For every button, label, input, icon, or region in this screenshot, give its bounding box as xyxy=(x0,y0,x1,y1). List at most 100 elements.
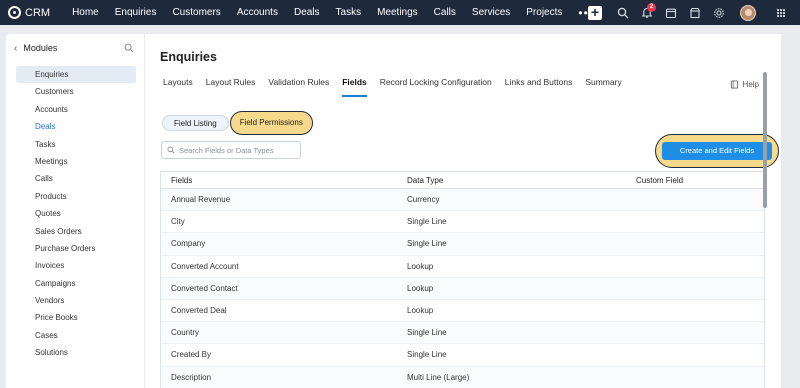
field-name-cell: Converted Contact xyxy=(171,283,238,293)
sidebar-item-vendors[interactable]: Vendors xyxy=(16,292,136,309)
field-name-cell: Company xyxy=(171,239,206,249)
sidebar-item-quotes[interactable]: Quotes xyxy=(16,205,136,222)
sidebar-item-purchase-orders[interactable]: Purchase Orders xyxy=(16,240,136,257)
field-name-cell: Converted Deal xyxy=(171,306,227,316)
nav-services[interactable]: Services xyxy=(464,0,518,25)
settings-gear-icon[interactable] xyxy=(708,0,730,25)
sidebar-item-meetings[interactable]: Meetings xyxy=(16,153,136,170)
tab-validation-rules[interactable]: Validation Rules xyxy=(268,74,329,96)
tab-links-and-buttons[interactable]: Links and Buttons xyxy=(505,74,573,96)
field-name-cell: Converted Account xyxy=(171,261,239,271)
sidebar-item-deals[interactable]: Deals xyxy=(16,118,136,135)
sidebar-item-calls[interactable]: Calls xyxy=(16,170,136,187)
back-chevron-icon[interactable]: ‹ xyxy=(14,43,17,54)
search-icon xyxy=(167,146,175,154)
main-panel: Enquiries Layouts Layout Rules Validatio… xyxy=(145,34,781,388)
table-row[interactable]: Description Multi Line (Large) xyxy=(161,366,764,388)
tab-layout-rules[interactable]: Layout Rules xyxy=(206,74,256,96)
sidebar-item-price-books[interactable]: Price Books xyxy=(16,309,136,326)
nav-accounts[interactable]: Accounts xyxy=(229,0,286,25)
table-row[interactable]: Annual Revenue Currency xyxy=(161,189,764,212)
marketplace-icon[interactable] xyxy=(684,0,706,25)
field-view-toggle: Field Listing Field Permissions xyxy=(162,111,313,135)
nav-calls[interactable]: Calls xyxy=(426,0,464,25)
data-type-cell: Multi Line (Large) xyxy=(407,372,470,382)
data-type-cell: Single Line xyxy=(407,350,447,360)
notification-bell-icon[interactable]: 2 xyxy=(636,0,658,25)
field-search-box xyxy=(161,141,301,159)
data-type-cell: Lookup xyxy=(407,283,434,293)
column-header-fields[interactable]: Fields xyxy=(161,176,407,185)
field-name-cell: Annual Revenue xyxy=(171,195,231,205)
table-row[interactable]: Converted Account Lookup xyxy=(161,256,764,278)
table-row[interactable]: City Single Line xyxy=(161,211,764,234)
field-name-cell: Created By xyxy=(171,350,212,360)
tab-summary[interactable]: Summary xyxy=(585,74,621,96)
sidebar-search-icon[interactable] xyxy=(124,43,134,53)
sidebar-title: Modules xyxy=(23,43,58,53)
sidebar-item-sales-orders[interactable]: Sales Orders xyxy=(16,223,136,240)
topbar-actions: + 2 xyxy=(588,0,800,25)
data-type-cell: Single Line xyxy=(407,239,447,249)
field-search-input[interactable] xyxy=(179,145,297,155)
tab-layouts[interactable]: Layouts xyxy=(163,74,193,96)
data-type-cell: Lookup xyxy=(407,261,434,271)
nav-tasks[interactable]: Tasks xyxy=(328,0,370,25)
nav-customers[interactable]: Customers xyxy=(164,0,228,25)
tab-fields[interactable]: Fields xyxy=(342,74,367,97)
field-name-cell: Description xyxy=(171,372,212,382)
nav-meetings[interactable]: Meetings xyxy=(369,0,426,25)
quick-create-plus-icon[interactable]: + xyxy=(588,5,602,20)
apps-grid-icon[interactable] xyxy=(770,0,792,25)
sidebar-header: ‹ Modules xyxy=(6,34,144,62)
settings-tabs: Layouts Layout Rules Validation Rules Fi… xyxy=(163,74,635,97)
module-list: Enquiries Customers Accounts Deals Tasks… xyxy=(6,66,144,362)
modules-sidebar: ‹ Modules Enquiries Customers Accounts D… xyxy=(6,34,144,388)
field-name-cell: Country xyxy=(171,328,200,338)
create-and-edit-fields-button[interactable]: Create and Edit Fields xyxy=(662,142,772,160)
field-name-cell: City xyxy=(171,217,185,227)
sidebar-item-customers[interactable]: Customers xyxy=(16,83,136,100)
table-row[interactable]: Converted Deal Lookup xyxy=(161,300,764,323)
create-edit-fields-highlight: Create and Edit Fields xyxy=(655,134,779,168)
table-row[interactable]: Converted Contact Lookup xyxy=(161,277,764,300)
data-type-cell: Single Line xyxy=(407,328,447,338)
help-link[interactable]: Help xyxy=(730,80,759,89)
help-book-icon xyxy=(730,80,738,89)
field-listing-button[interactable]: Field Listing xyxy=(162,115,229,131)
nav-deals[interactable]: Deals xyxy=(286,0,328,25)
app-logo[interactable]: CRM xyxy=(8,6,50,19)
data-type-cell: Currency xyxy=(407,195,440,205)
sidebar-item-campaigns[interactable]: Campaigns xyxy=(16,275,136,292)
sidebar-item-accounts[interactable]: Accounts xyxy=(16,101,136,118)
page-title: Enquiries xyxy=(160,50,217,64)
user-avatar[interactable] xyxy=(740,4,756,21)
column-header-custom-field[interactable]: Custom Field xyxy=(636,176,764,185)
table-row[interactable]: Company Single Line xyxy=(161,233,764,256)
column-header-data-type[interactable]: Data Type xyxy=(407,176,636,185)
nav-home[interactable]: Home xyxy=(64,0,107,25)
sidebar-item-invoices[interactable]: Invoices xyxy=(16,257,136,274)
nav-enquiries[interactable]: Enquiries xyxy=(107,0,165,25)
help-label: Help xyxy=(742,80,759,89)
sidebar-item-solutions[interactable]: Solutions xyxy=(16,344,136,361)
calendar-icon[interactable] xyxy=(660,0,682,25)
table-row[interactable]: Created By Single Line xyxy=(161,344,764,367)
top-navigation-bar: CRM Home Enquiries Customers Accounts De… xyxy=(0,0,800,25)
sidebar-item-tasks[interactable]: Tasks xyxy=(16,136,136,153)
table-header: Fields Data Type Custom Field xyxy=(161,172,764,189)
app-name: CRM xyxy=(25,6,51,19)
fields-table: Fields Data Type Custom Field Annual Rev… xyxy=(160,171,765,388)
sidebar-item-enquiries[interactable]: Enquiries xyxy=(16,66,136,84)
field-permissions-button[interactable]: Field Permissions xyxy=(229,111,313,135)
search-icon[interactable] xyxy=(612,0,634,25)
data-type-cell: Single Line xyxy=(407,217,447,227)
vertical-scrollbar[interactable] xyxy=(763,72,767,208)
data-type-cell: Lookup xyxy=(407,306,434,316)
sidebar-item-cases[interactable]: Cases xyxy=(16,327,136,344)
sidebar-item-products[interactable]: Products xyxy=(16,188,136,205)
table-row[interactable]: Country Single Line xyxy=(161,322,764,345)
nav-projects[interactable]: Projects xyxy=(518,0,570,25)
notification-count-badge: 2 xyxy=(647,3,656,12)
tab-record-locking-configuration[interactable]: Record Locking Configuration xyxy=(380,74,492,96)
